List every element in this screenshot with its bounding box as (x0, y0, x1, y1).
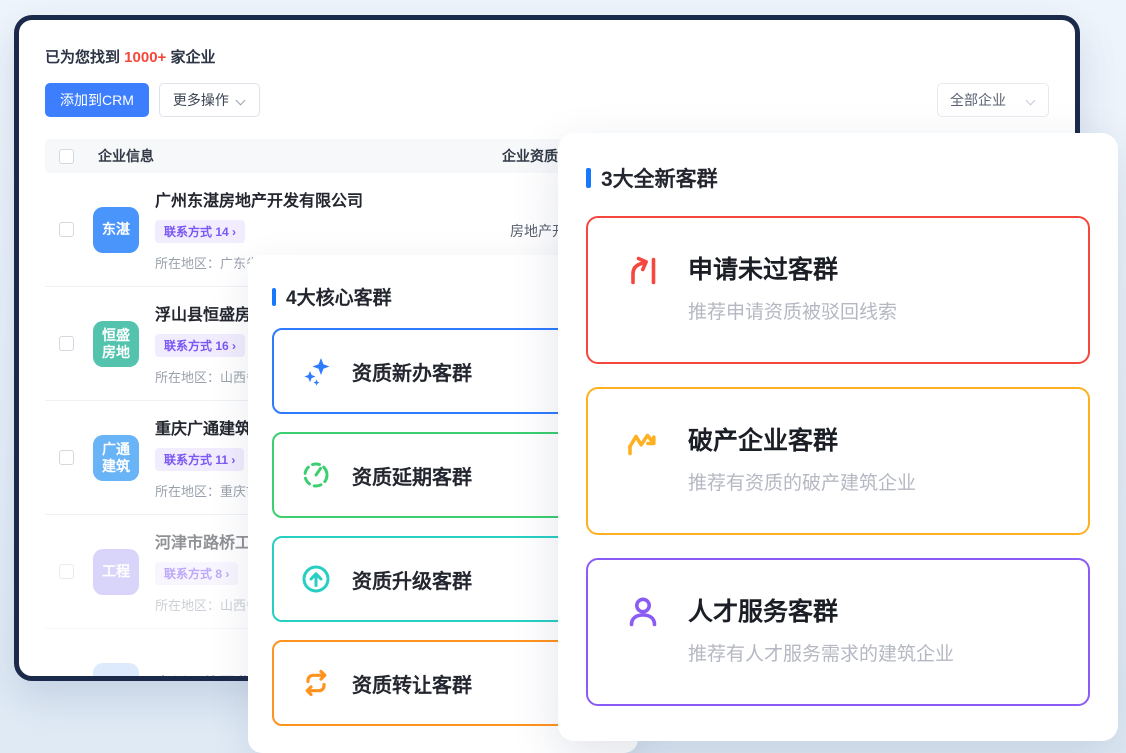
group-label: 资质升级客群 (352, 565, 472, 594)
add-to-crm-button[interactable]: 添加到CRM (45, 83, 149, 117)
contacts-badge[interactable]: 联系方式 14 › (155, 220, 245, 243)
row-checkbox[interactable] (59, 222, 74, 237)
group-card-bankrupt-companies[interactable]: 破产企业客群 推荐有资质的破产建筑企业 (586, 387, 1090, 535)
row-checkbox[interactable] (59, 336, 74, 351)
result-count: 1000+ (124, 49, 166, 66)
company-cell: 重庆广通建筑 联系方式 11 › 所在地区：重庆市 (155, 415, 259, 500)
toolbar: 添加到CRM 更多操作 全部企业 (45, 83, 1049, 117)
contacts-badge[interactable]: 联系方式 11 › (155, 448, 244, 471)
sparkles-icon (301, 356, 331, 386)
core-card-title: 4大核心客群 (286, 283, 392, 310)
contacts-badge[interactable]: 联系方式 8 › (155, 562, 238, 585)
company-region: 所在地区：重庆市 (155, 481, 259, 500)
company-cell: 河津市路桥工 联系方式 8 › 所在地区：山西省 (155, 529, 259, 614)
contacts-badge[interactable]: 联系方式 16 › (155, 334, 245, 357)
result-summary-suffix: 家企业 (166, 49, 215, 66)
transfer-arrows-icon (301, 668, 331, 698)
group-label: 资质延期客群 (352, 461, 472, 490)
more-actions-button[interactable]: 更多操作 (159, 83, 260, 117)
title-accent-bar (272, 288, 276, 306)
title-accent-bar (586, 168, 591, 188)
row-checkbox[interactable] (59, 564, 74, 579)
company-filter-select[interactable]: 全部企业 (937, 83, 1049, 117)
group-description: 推荐有人才服务需求的建筑企业 (688, 639, 954, 666)
rejected-arrow-icon (624, 252, 662, 290)
group-label: 资质新办客群 (352, 357, 472, 386)
chevron-down-icon (236, 95, 246, 105)
company-cell: 贵州旺德置业 (155, 670, 251, 682)
group-card-rejected-applications[interactable]: 申请未过客群 推荐申请资质被驳回线索 (586, 216, 1090, 364)
group-text: 申请未过客群 推荐申请资质被驳回线索 (688, 252, 897, 324)
bankruptcy-trend-icon (624, 423, 662, 461)
company-region: 所在地区：山西省 (155, 595, 259, 614)
result-summary: 已为您找到 1000+ 家企业 (45, 46, 1049, 67)
company-avatar: 东湛 (93, 207, 139, 253)
group-description: 推荐申请资质被驳回线索 (688, 297, 897, 324)
result-summary-prefix: 已为您找到 (45, 49, 124, 66)
company-name: 广州东湛房地产开发有限公司 (155, 187, 363, 211)
upgrade-arrow-icon (301, 564, 331, 594)
new-groups-card: 3大全新客群 申请未过客群 推荐申请资质被驳回线索 破产企业客群 推荐有资质的破… (558, 133, 1118, 741)
company-cell: 浮山县恒盛房 联系方式 16 › 所在地区：山西省 (155, 301, 259, 386)
column-qualification: 企业资质 (502, 146, 558, 166)
select-all-checkbox[interactable] (59, 149, 74, 164)
group-label: 人才服务客群 (688, 594, 954, 630)
group-label: 申请未过客群 (688, 252, 897, 288)
group-label: 破产企业客群 (688, 423, 916, 459)
row-checkbox[interactable] (59, 679, 74, 682)
company-avatar: 工程 (93, 549, 139, 595)
company-name: 河津市路桥工 (155, 529, 259, 553)
row-checkbox[interactable] (59, 450, 74, 465)
company-avatar: 旺德 (93, 663, 139, 681)
talent-person-icon (624, 594, 662, 632)
group-description: 推荐有资质的破产建筑企业 (688, 468, 916, 495)
more-actions-label: 更多操作 (173, 90, 229, 110)
group-text: 人才服务客群 推荐有人才服务需求的建筑企业 (688, 594, 954, 666)
company-avatar: 恒盛房地 (93, 321, 139, 367)
new-card-title: 3大全新客群 (601, 163, 718, 193)
company-name: 重庆广通建筑 (155, 415, 259, 439)
company-name: 浮山县恒盛房 (155, 301, 259, 325)
group-card-talent-services[interactable]: 人才服务客群 推荐有人才服务需求的建筑企业 (586, 558, 1090, 706)
group-text: 破产企业客群 推荐有资质的破产建筑企业 (688, 423, 916, 495)
company-filter-value: 全部企业 (950, 90, 1006, 110)
chevron-down-icon (1026, 95, 1036, 105)
company-region: 所在地区：山西省 (155, 367, 259, 386)
company-avatar: 广通建筑 (93, 435, 139, 481)
group-label: 资质转让客群 (352, 669, 472, 698)
new-card-header: 3大全新客群 (586, 163, 1090, 193)
deadline-clock-icon (301, 460, 331, 490)
column-company-info: 企业信息 (98, 146, 154, 166)
company-name: 贵州旺德置业 (155, 670, 251, 682)
